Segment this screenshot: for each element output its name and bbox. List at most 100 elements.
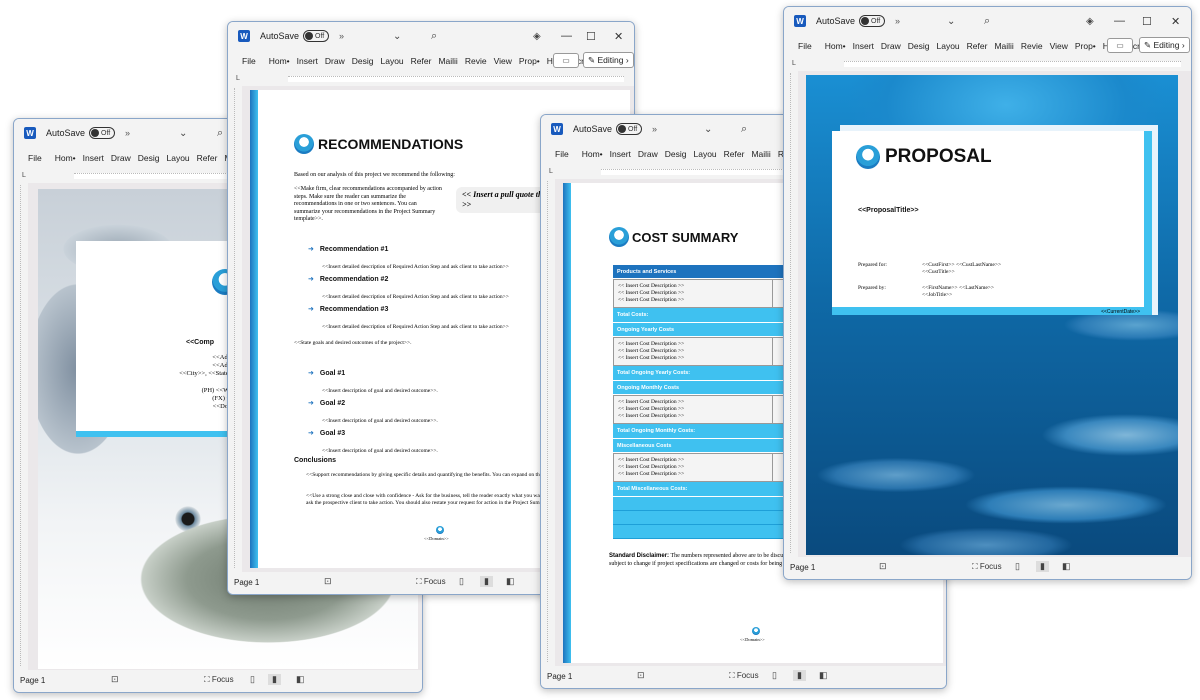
premium-diamond-icon[interactable]: ◈ [533,31,541,42]
tab-insert[interactable]: Insert [610,149,631,159]
tab-design[interactable]: Desig [138,153,160,163]
minimize-button[interactable]: — [561,30,572,42]
autosave-toggle[interactable]: Off [303,30,330,42]
tab-layout[interactable]: Layou [936,41,959,51]
autosave-toggle[interactable]: Off [859,15,886,27]
tab-file[interactable]: File [28,153,42,163]
vertical-ruler [790,73,796,553]
maximize-button[interactable]: ☐ [1142,15,1152,28]
more-commands-icon[interactable]: » [652,124,657,134]
accessibility-icon[interactable]: ⊡ [637,670,645,681]
chevron-down-icon[interactable]: ⌄ [704,124,712,135]
page-indicator[interactable]: Page 1 [547,672,572,681]
word-logo-icon: W [794,15,806,27]
tab-review[interactable]: Revie [1021,41,1043,51]
tab-home[interactable]: Hom• [55,153,76,163]
comments-button[interactable]: ▭ [553,53,579,68]
tab-insert[interactable]: Insert [853,41,874,51]
tab-insert[interactable]: Insert [297,56,318,66]
accessibility-icon[interactable]: ⊡ [324,576,332,587]
tab-layout[interactable]: Layou [380,56,403,66]
chevron-down-icon[interactable]: ⌄ [947,16,955,27]
print-layout-icon[interactable]: ▮ [793,670,806,681]
horizontal-ruler[interactable]: L [228,72,634,86]
read-mode-icon[interactable]: ▯ [1015,561,1020,572]
address-block: <<Addre <<Addre <<City>>, <<State>> [179,354,236,377]
autosave-toggle[interactable]: Off [616,123,643,135]
web-layout-icon[interactable]: ◧ [506,576,515,587]
accessibility-icon[interactable]: ⊡ [879,561,887,572]
editing-mode-button[interactable]: ✎ Editing › [583,52,634,68]
web-layout-icon[interactable]: ◧ [1062,561,1071,572]
web-layout-icon[interactable]: ◧ [296,674,305,685]
tab-review[interactable]: Revie [465,56,487,66]
tab-mailings[interactable]: Mailii [438,56,457,66]
editing-mode-button[interactable]: ✎ Editing › [1139,37,1190,53]
read-mode-icon[interactable]: ▯ [459,576,464,587]
autosave-toggle[interactable]: Off [89,127,116,139]
tab-home[interactable]: Hom• [582,149,603,159]
page-heading: RECOMMENDATIONS [294,134,463,154]
close-button[interactable]: ✕ [1171,15,1180,28]
tab-design[interactable]: Desig [665,149,687,159]
premium-diamond-icon[interactable]: ◈ [1086,16,1094,27]
search-icon[interactable]: ⌕ [431,30,437,43]
maximize-button[interactable]: ☐ [586,30,596,43]
chevron-down-icon[interactable]: ⌄ [179,128,187,139]
tab-file[interactable]: File [555,149,569,159]
tab-draw[interactable]: Draw [638,149,658,159]
more-commands-icon[interactable]: » [339,31,344,41]
tab-draw[interactable]: Draw [881,41,901,51]
tab-references[interactable]: Refer [724,149,745,159]
tab-file[interactable]: File [798,41,812,51]
read-mode-icon[interactable]: ▯ [772,670,777,681]
horizontal-ruler[interactable]: L [784,57,1191,71]
tab-references[interactable]: Refer [967,41,988,51]
tab-insert[interactable]: Insert [83,153,104,163]
tab-home[interactable]: Hom• [269,56,290,66]
tab-properties[interactable]: Prop• [519,56,540,66]
tab-references[interactable]: Refer [197,153,218,163]
close-button[interactable]: ✕ [614,30,623,43]
focus-button[interactable]: ⛶ Focus [729,671,759,681]
print-layout-icon[interactable]: ▮ [1036,561,1049,572]
page-indicator[interactable]: Page 1 [20,676,45,685]
tab-references[interactable]: Refer [411,56,432,66]
tab-properties[interactable]: Prop• [1075,41,1096,51]
tab-design[interactable]: Desig [908,41,930,51]
focus-button[interactable]: ⛶ Focus [416,577,446,587]
tab-layout[interactable]: Layou [166,153,189,163]
tab-mailings[interactable]: Mailii [751,149,770,159]
print-layout-icon[interactable]: ▮ [268,674,281,685]
print-layout-icon[interactable]: ▮ [480,576,493,587]
tab-design[interactable]: Desig [352,56,374,66]
tab-view[interactable]: View [494,56,512,66]
accessibility-icon[interactable]: ⊡ [111,674,119,685]
tab-draw[interactable]: Draw [111,153,131,163]
tab-draw[interactable]: Draw [325,56,345,66]
comments-button[interactable]: ▭ [1107,38,1133,53]
tab-file[interactable]: File [242,56,256,66]
tab-home[interactable]: Hom• [825,41,846,51]
vertical-ruler[interactable] [20,185,26,666]
read-mode-icon[interactable]: ▯ [250,674,255,685]
search-icon[interactable]: ⌕ [741,123,747,136]
minimize-button[interactable]: — [1114,15,1125,27]
focus-button[interactable]: ⛶ Focus [204,675,234,685]
domain-logo-icon [436,526,444,534]
more-commands-icon[interactable]: » [125,128,130,138]
web-layout-icon[interactable]: ◧ [819,670,828,681]
tab-layout[interactable]: Layou [693,149,716,159]
chevron-down-icon[interactable]: ⌄ [393,31,401,42]
search-icon[interactable]: ⌕ [217,127,223,140]
tab-view[interactable]: View [1050,41,1068,51]
page-indicator[interactable]: Page 1 [234,578,259,587]
goals-intro: <<State goals and desired outcomes of th… [294,340,412,346]
more-commands-icon[interactable]: » [895,16,900,26]
focus-button[interactable]: ⛶ Focus [972,562,1002,572]
tab-mailings[interactable]: Mailii [994,41,1013,51]
search-icon[interactable]: ⌕ [984,15,990,28]
page-indicator[interactable]: Page 1 [790,563,815,572]
status-bar: Page 1 ⊡ ⛶ Focus ▯ ▮ ◧ [784,557,1191,579]
domain-text: <<Domain>> [740,637,765,642]
